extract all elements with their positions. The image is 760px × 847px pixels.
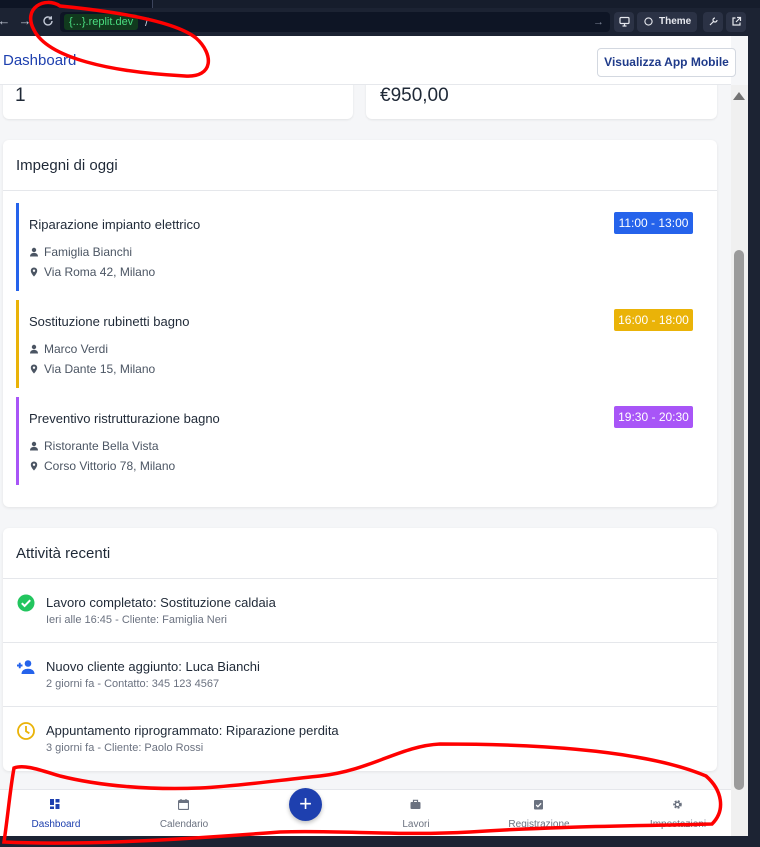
activity-subtitle: 3 giorni fa - Cliente: Paolo Rossi — [46, 742, 204, 754]
divider — [3, 706, 717, 707]
forward-icon[interactable]: → — [17, 12, 33, 30]
nav-registrazione[interactable]: Registrazione — [484, 790, 594, 836]
activity-title: Appuntamento riprogrammato: Riparazione … — [46, 723, 339, 738]
activity-item[interactable]: Appuntamento riprogrammato: Riparazione … — [3, 706, 717, 770]
stat-value: €950,00 — [380, 85, 449, 106]
activity-subtitle: 2 giorni fa - Contatto: 345 123 4567 — [46, 678, 220, 690]
activity-title: Nuovo cliente aggiunto: Luca Bianchi — [46, 659, 260, 674]
clock-icon — [17, 722, 35, 740]
appointment-title: Riparazione impianto elettrico — [29, 217, 201, 232]
activity-title: Lavoro completato: Sostituzione caldaia — [46, 595, 276, 610]
reload-icon[interactable] — [40, 12, 56, 30]
url-host: {...}.replit.dev — [64, 14, 139, 30]
appointment-time-badge: 16:00 - 18:00 — [614, 309, 693, 331]
location-pin-icon — [30, 267, 38, 277]
nav-impostazioni[interactable]: Impostazioni — [623, 790, 733, 836]
activity-item[interactable]: Lavoro completato: Sostituzione caldaia … — [3, 578, 717, 642]
appointment-item[interactable]: Riparazione impianto elettrico Famiglia … — [16, 203, 706, 291]
stat-card-revenue: €950,00 — [366, 81, 717, 119]
appointment-time-badge: 11:00 - 13:00 — [614, 212, 693, 234]
nav-lavori[interactable]: Lavori — [361, 790, 471, 836]
person-icon — [30, 344, 38, 354]
nav-label: Impostazioni — [649, 819, 707, 830]
add-button[interactable]: + — [289, 788, 322, 821]
nav-label: Lavori — [402, 819, 430, 830]
divider — [3, 578, 717, 579]
page-title: Dashboard — [3, 52, 77, 69]
today-card: Impegni di oggi Riparazione impianto ele… — [3, 140, 717, 507]
nav-calendario[interactable]: Calendario — [129, 790, 239, 836]
location-pin-icon — [30, 364, 38, 374]
scroll-up-arrow-icon[interactable] — [733, 92, 745, 100]
briefcase-icon — [410, 799, 421, 809]
nav-label: Dashboard — [31, 819, 81, 830]
clipboard-check-icon — [534, 800, 543, 810]
gear-icon — [673, 800, 682, 809]
calendar-icon — [178, 799, 189, 810]
scrollbar-thumb[interactable] — [734, 250, 744, 790]
nav-dashboard[interactable]: Dashboard — [1, 790, 111, 836]
tab-strip — [0, 0, 760, 8]
app-viewport: 1 €950,00 Dashboard Visualizza App Mobil… — [0, 36, 748, 836]
card-title: Impegni di oggi — [16, 157, 118, 174]
bottom-nav: Dashboard Calendario + Lavori Registrazi… — [0, 788, 733, 836]
window-edge — [748, 36, 760, 836]
dashboard-icon — [50, 799, 60, 809]
location-pin-icon — [30, 461, 38, 471]
appointment-item[interactable]: Preventivo ristrutturazione bagno Ristor… — [16, 397, 706, 485]
theme-button[interactable]: Theme — [637, 12, 697, 32]
back-icon[interactable]: ← — [0, 12, 12, 30]
divider — [3, 190, 717, 191]
open-external-icon[interactable] — [726, 12, 746, 32]
devices-icon[interactable] — [614, 12, 634, 32]
appointment-color-bar — [16, 397, 19, 485]
appointment-item[interactable]: Sostituzione rubinetti bagno Marco Verdi… — [16, 300, 706, 388]
browser-toolbar: ← → {...}.replit.dev / → Theme — [0, 0, 760, 36]
recent-activity-card: Attività recenti Lavoro completato: Sost… — [3, 528, 717, 771]
stat-value: 1 — [15, 85, 26, 106]
appointment-color-bar — [16, 203, 19, 291]
go-arrow-icon[interactable]: → — [593, 13, 604, 31]
nav-label: Calendario — [159, 819, 209, 830]
person-icon — [30, 441, 38, 451]
appointment-title: Sostituzione rubinetti bagno — [29, 314, 190, 329]
url-bar[interactable]: {...}.replit.dev / → — [60, 12, 610, 32]
person-add-icon — [17, 660, 35, 674]
activity-item[interactable]: Nuovo cliente aggiunto: Luca Bianchi 2 g… — [3, 642, 717, 706]
appointment-color-bar — [16, 300, 19, 388]
activity-subtitle: Ieri alle 16:45 - Cliente: Famiglia Neri — [46, 614, 227, 626]
nav-label: Registrazione — [508, 819, 570, 830]
person-icon — [30, 247, 38, 257]
appointment-time-badge: 19:30 - 20:30 — [614, 406, 693, 428]
card-title: Attività recenti — [16, 545, 111, 562]
check-circle-icon — [17, 594, 35, 612]
page-header: Dashboard Visualizza App Mobile — [0, 36, 736, 85]
divider — [3, 642, 717, 643]
wrench-icon[interactable] — [703, 12, 723, 32]
mobile-app-button[interactable]: Visualizza App Mobile — [597, 48, 736, 77]
theme-label: Theme — [659, 16, 692, 27]
window-edge — [0, 836, 760, 847]
url-path: / — [145, 15, 149, 29]
stat-card-jobs: 1 — [3, 81, 353, 119]
appointment-title: Preventivo ristrutturazione bagno — [29, 411, 220, 426]
